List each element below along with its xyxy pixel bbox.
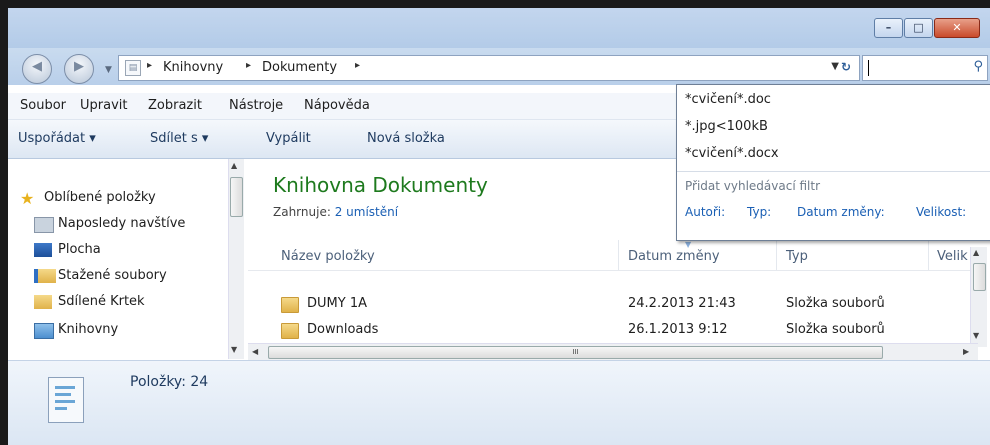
file-type: Složka souborů	[786, 322, 885, 337]
share-with-button[interactable]: Sdílet s ▾	[150, 131, 208, 146]
includes-locations-link[interactable]: 2 umístění	[335, 205, 398, 219]
breadcrumb-dokumenty[interactable]: Dokumenty	[262, 60, 337, 75]
nav-libraries[interactable]: Knihovny	[58, 322, 118, 337]
close-button[interactable]: ✕	[934, 18, 980, 38]
column-type[interactable]: Typ	[786, 249, 808, 264]
horizontal-scrollbar[interactable]: ◀ III ▶	[248, 343, 978, 360]
scrollbar-thumb[interactable]	[973, 263, 986, 291]
file-name: Downloads	[307, 322, 379, 337]
downloads-folder-icon	[34, 269, 56, 283]
filter-authors[interactable]: Autoři:	[685, 205, 725, 219]
scroll-left-icon[interactable]: ◀	[252, 347, 258, 356]
scroll-down-icon[interactable]: ▼	[231, 345, 237, 354]
nav-downloads[interactable]: Stažené soubory	[58, 268, 167, 283]
new-folder-button[interactable]: Nová složka	[367, 131, 445, 146]
file-name: DUMY 1A	[307, 296, 367, 311]
folder-icon: ▤	[125, 60, 141, 76]
file-date: 24.2.2013 21:43	[628, 296, 736, 311]
file-row[interactable]: DUMY 1A 24.2.2013 21:43 Složka souborů	[248, 292, 978, 316]
column-header-row: Název položky Datum změny Typ Velik	[248, 240, 978, 271]
filter-size[interactable]: Velikost:	[916, 205, 966, 219]
search-suggestion[interactable]: *.jpg<100kB	[685, 119, 768, 134]
maximize-icon: □	[913, 21, 924, 34]
nav-recent-places[interactable]: Naposledy navštíve	[58, 216, 185, 231]
back-icon: ◀	[32, 59, 42, 74]
scroll-up-icon[interactable]: ▲	[973, 248, 979, 257]
details-pane: Položky: 24	[8, 360, 990, 445]
minimize-icon: –	[885, 21, 892, 34]
forward-button[interactable]: ▶	[64, 54, 94, 84]
column-divider[interactable]	[928, 240, 929, 270]
column-name[interactable]: Název položky	[281, 249, 375, 264]
forward-icon: ▶	[74, 59, 84, 74]
column-divider[interactable]	[776, 240, 777, 270]
file-list-scrollbar[interactable]: ▲ ▼	[970, 247, 987, 347]
recent-places-icon	[34, 217, 54, 233]
breadcrumb-knihovny[interactable]: Knihovny	[163, 60, 223, 75]
menu-upravit[interactable]: Upravit	[80, 98, 127, 113]
scroll-up-icon[interactable]: ▲	[231, 161, 237, 170]
item-count: Položky: 24	[130, 374, 209, 390]
star-icon: ★	[20, 189, 35, 208]
column-divider[interactable]	[618, 240, 619, 270]
nav-favorites[interactable]: Oblíbené položky	[44, 190, 156, 205]
scrollbar-thumb[interactable]	[230, 177, 243, 217]
close-icon: ✕	[952, 21, 962, 34]
nav-desktop[interactable]: Plocha	[58, 242, 101, 257]
column-date-modified[interactable]: Datum změny	[628, 249, 720, 264]
navigation-pane: ★ Oblíbené položky Naposledy navštíve Pl…	[8, 159, 248, 359]
navigation-bar: ◀ ▶ ▼ ▤ ▸ Knihovny ▸ Dokumenty ▸ ▼ ↻ ⚲	[8, 48, 990, 85]
filter-date-modified[interactable]: Datum změny:	[797, 205, 885, 219]
explorer-window: – □ ✕ ◀ ▶ ▼ ▤ ▸ Knihovny ▸ Dokumenty ▸ ▼…	[8, 8, 990, 445]
navigation-pane-scrollbar[interactable]: ▲ ▼	[228, 159, 244, 359]
shared-folder-icon	[34, 295, 52, 309]
folder-icon	[281, 323, 299, 339]
includes-label: Zahrnuje:	[273, 205, 331, 219]
nav-shared-krtek[interactable]: Sdílené Krtek	[58, 294, 145, 309]
breadcrumb-arrow-icon[interactable]: ▸	[355, 60, 360, 71]
library-includes: Zahrnuje: 2 umístění	[273, 205, 398, 219]
menu-zobrazit[interactable]: Zobrazit	[148, 98, 202, 113]
file-date: 26.1.2013 9:12	[628, 322, 728, 337]
title-bar: – □ ✕	[8, 8, 990, 48]
file-row[interactable]: Downloads 26.1.2013 9:12 Složka souborů	[248, 318, 978, 342]
search-suggestions-dropdown: *cvičení*.doc *.jpg<100kB *cvičení*.docx…	[676, 84, 990, 241]
search-suggestion[interactable]: *cvičení*.doc	[685, 92, 771, 107]
text-caret	[868, 60, 869, 76]
library-title: Knihovna Dokumenty	[273, 173, 488, 197]
document-library-icon	[48, 377, 84, 423]
maximize-button[interactable]: □	[904, 18, 933, 38]
organize-button[interactable]: Uspořádat ▾	[18, 131, 96, 146]
caption-buttons: – □ ✕	[873, 18, 980, 38]
recent-pages-dropdown-icon[interactable]: ▼	[105, 65, 112, 75]
search-icon[interactable]: ⚲	[973, 59, 983, 74]
menu-nastroje[interactable]: Nástroje	[229, 98, 283, 113]
back-button[interactable]: ◀	[22, 54, 52, 84]
folder-icon	[281, 297, 299, 313]
desktop-icon	[34, 243, 52, 257]
search-suggestion[interactable]: *cvičení*.docx	[685, 146, 779, 161]
breadcrumb-arrow-icon[interactable]: ▸	[147, 60, 152, 71]
address-bar[interactable]: ▤ ▸ Knihovny ▸ Dokumenty ▸ ▼ ↻	[118, 55, 860, 81]
divider	[677, 171, 990, 172]
menu-soubor[interactable]: Soubor	[20, 98, 66, 113]
refresh-icon[interactable]: ↻	[835, 57, 857, 77]
breadcrumb-arrow-icon[interactable]: ▸	[246, 60, 251, 71]
add-search-filter-label: Přidat vyhledávací filtr	[685, 179, 821, 193]
libraries-icon	[34, 323, 54, 339]
scroll-right-icon[interactable]: ▶	[963, 347, 969, 356]
search-input[interactable]: ⚲	[862, 55, 988, 81]
minimize-button[interactable]: –	[874, 18, 903, 38]
filter-type[interactable]: Typ:	[747, 205, 771, 219]
column-size[interactable]: Velik	[937, 249, 968, 264]
burn-button[interactable]: Vypálit	[266, 131, 311, 146]
file-type: Složka souborů	[786, 296, 885, 311]
scroll-down-icon[interactable]: ▼	[973, 331, 979, 340]
menu-napoveda[interactable]: Nápověda	[304, 98, 370, 113]
scrollbar-thumb[interactable]: III	[268, 346, 883, 359]
